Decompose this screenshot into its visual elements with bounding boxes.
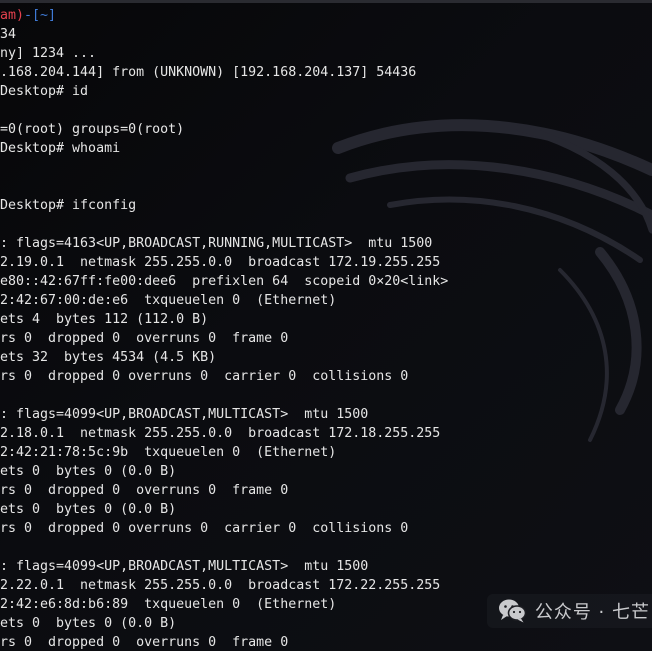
command-line: Desktop# ifconfig xyxy=(0,198,137,213)
prompt-directory: [~] xyxy=(32,8,57,23)
output-line: rs 0 dropped 0 overruns 0 frame 0 xyxy=(0,483,289,498)
output-line: e80::42:67ff:fe00:dee6 prefixlen 64 scop… xyxy=(0,274,449,289)
output-line: 2:42:21:78:5c:9b txqueuelen 0 (Ethernet) xyxy=(0,445,337,460)
output-line xyxy=(0,101,448,120)
output-line: =0(root) groups=0(root) xyxy=(0,122,185,137)
output-line: : flags=4099<UP,BROADCAST,MULTICAST> mtu… xyxy=(0,559,369,574)
command-line: Desktop# whoami xyxy=(0,141,121,156)
output-line: ets 4 bytes 112 (112.0 B) xyxy=(0,312,209,327)
output-line: 2.18.0.1 netmask 255.255.0.0 broadcast 1… xyxy=(0,426,441,441)
terminal-output: am)-[~] 34 ny] 1234 ... .168.204.144] fr… xyxy=(0,6,448,651)
watermark-text: 公众号 · 七芒 xyxy=(534,602,650,623)
window-top-edge xyxy=(0,0,652,3)
output-line: rs 0 dropped 0 overruns 0 frame 0 xyxy=(0,635,289,650)
wechat-watermark: 公众号 · 七芒 xyxy=(486,594,652,628)
output-line: ets 32 bytes 4534 (4.5 KB) xyxy=(0,350,217,365)
output-line: rs 0 dropped 0 overruns 0 frame 0 xyxy=(0,331,289,346)
output-line xyxy=(0,215,448,234)
prompt-line: am)-[~] xyxy=(0,6,448,25)
output-line: ets 0 bytes 0 (0.0 B) xyxy=(0,502,177,517)
output-line: 2.19.0.1 netmask 255.255.0.0 broadcast 1… xyxy=(0,255,441,270)
output-line: 2:42:e6:8d:b6:89 txqueuelen 0 (Ethernet) xyxy=(0,597,337,612)
output-line: : flags=4099<UP,BROADCAST,MULTICAST> mtu… xyxy=(0,407,369,422)
output-line: : flags=4163<UP,BROADCAST,RUNNING,MULTIC… xyxy=(0,236,433,251)
terminal-window[interactable]: am)-[~] 34 ny] 1234 ... .168.204.144] fr… xyxy=(0,0,652,651)
output-line xyxy=(0,538,448,557)
output-line: ny] 1234 ... xyxy=(0,46,97,61)
command-line: Desktop# id xyxy=(0,84,89,99)
output-line xyxy=(0,177,448,196)
output-line: rs 0 dropped 0 overruns 0 carrier 0 coll… xyxy=(0,521,409,536)
prompt-user: am) xyxy=(0,8,25,23)
wechat-icon xyxy=(498,599,527,623)
output-line xyxy=(0,386,448,405)
output-line: ets 0 bytes 0 (0.0 B) xyxy=(0,616,177,631)
output-line: 34 xyxy=(0,27,17,42)
output-line xyxy=(0,158,448,177)
output-line: 2:42:67:00:de:e6 txqueuelen 0 (Ethernet) xyxy=(0,293,337,308)
output-line: .168.204.144] from (UNKNOWN) [192.168.20… xyxy=(0,65,417,80)
output-line: ets 0 bytes 0 (0.0 B) xyxy=(0,464,177,479)
output-line: rs 0 dropped 0 overruns 0 carrier 0 coll… xyxy=(0,369,409,384)
output-line: 2.22.0.1 netmask 255.255.0.0 broadcast 1… xyxy=(0,578,441,593)
prompt-dash: - xyxy=(24,8,33,23)
